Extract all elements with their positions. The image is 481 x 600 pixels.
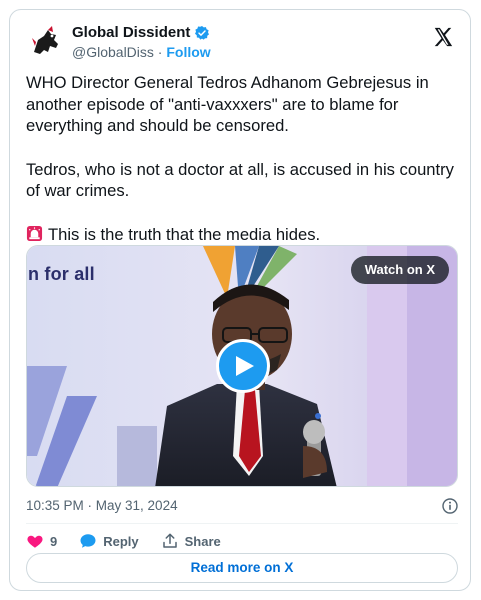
info-icon[interactable] xyxy=(442,498,458,514)
action-bar: 9 Reply Share xyxy=(26,528,243,554)
play-button[interactable] xyxy=(216,339,270,393)
tweet-paragraph: This is the truth that the media hides. xyxy=(26,224,462,246)
share-label: Share xyxy=(184,533,221,549)
read-more-button[interactable]: Read more on X xyxy=(26,553,458,583)
watch-on-x-button[interactable]: Watch on X xyxy=(350,256,449,284)
author-handle[interactable]: @GlobalDiss xyxy=(72,44,154,60)
heart-icon xyxy=(27,535,43,548)
share-button[interactable]: Share xyxy=(161,532,221,550)
tweet-card: Global Dissident @GlobalDiss · Follow WH… xyxy=(9,9,471,591)
timestamp-row: 10:35 PM · May 31, 2024 xyxy=(26,496,458,516)
like-button[interactable]: 9 xyxy=(26,532,57,550)
reply-bubble-icon xyxy=(80,534,96,548)
like-count: 9 xyxy=(50,533,58,549)
author-info: Global Dissident @GlobalDiss · Follow xyxy=(72,24,211,61)
verified-badge-icon xyxy=(194,25,210,41)
reply-button[interactable]: Reply xyxy=(79,532,139,550)
tweet-paragraph: Tedros, who is not a doctor at all, is a… xyxy=(26,159,454,201)
tweet-header: Global Dissident @GlobalDiss · Follow xyxy=(26,22,456,62)
separator-dot: · xyxy=(157,44,163,60)
divider xyxy=(26,523,458,524)
reply-label: Reply xyxy=(103,533,139,549)
play-icon xyxy=(236,356,254,376)
tweet-timestamp[interactable]: 10:35 PM · May 31, 2024 xyxy=(26,498,178,513)
tweet-paragraph: WHO Director General Tedros Adhanom Gebr… xyxy=(26,73,429,135)
follow-button[interactable]: Follow xyxy=(166,44,210,60)
tweet-paragraph-text: This is the truth that the media hides. xyxy=(48,224,321,244)
share-icon xyxy=(162,533,177,548)
video-banner-text: n for all xyxy=(28,264,95,284)
video-player[interactable]: n for all Watch on X xyxy=(26,245,458,487)
rotating-light-emoji-icon xyxy=(26,225,43,242)
avatar[interactable] xyxy=(26,22,66,62)
x-logo-icon[interactable] xyxy=(432,26,454,48)
tweet-body: WHO Director General Tedros Adhanom Gebr… xyxy=(26,72,462,245)
author-display-name[interactable]: Global Dissident xyxy=(72,24,190,42)
